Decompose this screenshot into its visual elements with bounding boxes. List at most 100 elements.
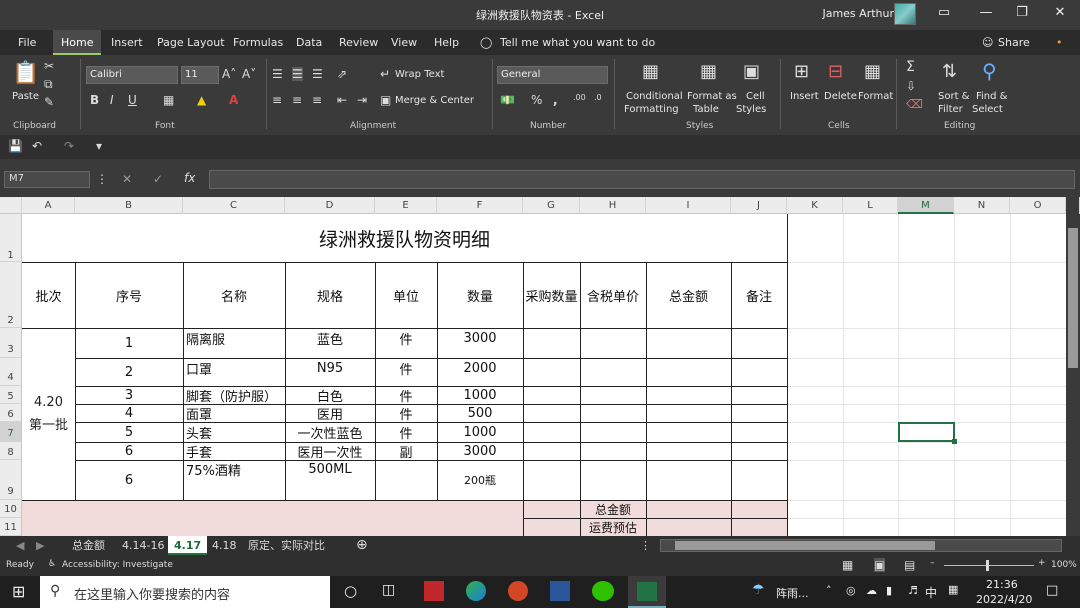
wrap-text-button[interactable]: Wrap Text	[395, 69, 444, 80]
merge-center-button[interactable]: Merge & Center	[395, 95, 474, 106]
cell-spec[interactable]: 医用一次性	[285, 442, 375, 461]
cell-styles-line1[interactable]: Cell	[746, 91, 765, 102]
cell-seq[interactable]: 3	[75, 386, 183, 404]
formula-input[interactable]	[209, 170, 1075, 189]
cell-qty[interactable]: 3000	[437, 328, 523, 348]
delete-cells-icon[interactable]: ⊟	[828, 61, 843, 82]
ribbon-display-icon[interactable]: ▭	[934, 5, 954, 25]
format-table-line1[interactable]: Format as	[687, 91, 737, 102]
zoom-slider[interactable]	[944, 565, 1034, 566]
ime-icon[interactable]: ▦	[948, 583, 958, 596]
tab-review[interactable]: Review	[339, 36, 378, 49]
cell-name[interactable]: 口罩	[186, 358, 285, 378]
align-left-icon[interactable]: ≡	[272, 93, 282, 107]
cell-unit[interactable]: 副	[375, 442, 437, 461]
cell-qty[interactable]: 200瓶	[437, 460, 523, 500]
format-cells-button[interactable]: Format	[858, 91, 893, 102]
tab-page-layout[interactable]: Page Layout	[157, 36, 225, 49]
horizontal-scrollbar[interactable]	[660, 539, 1062, 552]
col-header[interactable]: H	[580, 197, 646, 214]
zoom-in-icon[interactable]: +	[1038, 558, 1046, 568]
paste-button[interactable]: Paste	[12, 91, 39, 102]
delete-cells-button[interactable]: Delete	[824, 91, 857, 102]
zoom-slider-thumb[interactable]	[986, 560, 989, 571]
conditional-formatting-line2[interactable]: Formatting	[624, 104, 679, 115]
sheet-tab[interactable]: 原定、实际对比	[242, 536, 331, 555]
cortana-icon[interactable]: ○	[344, 582, 357, 600]
cell-spec[interactable]: 一次性蓝色	[285, 422, 375, 442]
cell-qty[interactable]: 1000	[437, 386, 523, 404]
prev-sheet-icon[interactable]: ◀	[10, 536, 30, 555]
weather-text[interactable]: 阵雨...	[776, 585, 809, 601]
row-header[interactable]: 9	[0, 460, 22, 500]
merge-center-icon[interactable]: ▣	[380, 93, 391, 107]
edge-icon[interactable]	[466, 581, 486, 601]
tab-view[interactable]: View	[391, 36, 417, 49]
format-table-icon[interactable]: ▦	[700, 61, 717, 82]
cloud-icon[interactable]: ☁	[866, 584, 877, 597]
cell-seq[interactable]: 6	[75, 442, 183, 460]
fill-color-icon[interactable]: ▲	[197, 93, 206, 107]
col-header[interactable]: L	[843, 197, 898, 214]
customize-qat-icon[interactable]: ▾	[96, 139, 102, 153]
fill-handle[interactable]	[952, 439, 957, 444]
user-name[interactable]: James Arthur	[822, 7, 894, 20]
wrap-text-icon[interactable]: ↵	[380, 67, 390, 81]
windows-start-icon[interactable]: ⊞	[12, 582, 25, 601]
undo-icon[interactable]: ↶	[32, 139, 42, 153]
cell-name[interactable]: 手套	[186, 442, 285, 461]
row-header[interactable]: 5	[0, 386, 22, 404]
cell-spec[interactable]: 医用	[285, 404, 375, 423]
sheet-tab-active[interactable]: 4.17	[168, 536, 208, 555]
cell-unit[interactable]: 件	[375, 404, 437, 423]
cell-seq[interactable]: 4	[75, 404, 183, 422]
total-amount-label[interactable]: 总金额	[580, 500, 646, 518]
underline-button[interactable]: U	[128, 93, 137, 107]
page-layout-view-icon[interactable]: ▣	[874, 558, 886, 572]
tab-insert[interactable]: Insert	[111, 36, 143, 49]
taskbar-search-box[interactable]: ⚲ 在这里输入你要搜索的内容	[40, 576, 330, 608]
tab-file[interactable]: File	[18, 36, 36, 49]
add-sheet-icon[interactable]: ⊕	[350, 536, 374, 555]
shipping-estimate-label[interactable]: 运费预估	[580, 518, 646, 536]
save-icon[interactable]: 💾	[8, 139, 23, 153]
font-size-select[interactable]: 11	[181, 66, 219, 84]
notification-icon[interactable]: □	[1046, 583, 1058, 598]
cell-name[interactable]: 脚套（防护服）	[186, 386, 285, 405]
number-format-select[interactable]: General	[497, 66, 608, 84]
cell-seq[interactable]: 1	[75, 328, 183, 358]
selected-cell-m7[interactable]	[898, 422, 955, 442]
tray-chevron-icon[interactable]: ˄	[826, 584, 832, 597]
row-header[interactable]: 6	[0, 404, 22, 422]
insert-function-button[interactable]: fx	[184, 171, 195, 185]
row-header[interactable]: 10	[0, 500, 22, 518]
confirm-entry-icon[interactable]: ✓	[153, 172, 163, 186]
sheet-tab[interactable]: 4.14-16	[116, 536, 170, 555]
fill-icon[interactable]: ⇩	[906, 79, 916, 93]
find-select-icon[interactable]: ⚲	[982, 59, 997, 83]
tab-formulas[interactable]: Formulas	[233, 36, 283, 49]
task-view-icon[interactable]: ◫	[382, 582, 395, 598]
font-color-icon[interactable]: A	[229, 93, 238, 107]
cancel-entry-icon[interactable]: ✕	[122, 172, 132, 186]
battery-icon[interactable]: ▮	[886, 584, 892, 597]
font-name-select[interactable]: Calibri	[86, 66, 178, 84]
col-header[interactable]: B	[75, 197, 183, 214]
format-painter-icon[interactable]: ✎	[44, 95, 54, 109]
header-total[interactable]: 总金额	[646, 262, 731, 328]
row-header-selected[interactable]: 7	[0, 422, 22, 442]
vertical-scroll-thumb[interactable]	[1068, 228, 1078, 368]
cut-icon[interactable]: ✂	[44, 59, 54, 73]
paste-icon[interactable]: 📋	[12, 61, 39, 86]
avatar[interactable]	[894, 3, 916, 25]
col-header[interactable]: K	[787, 197, 843, 214]
align-right-icon[interactable]: ≡	[312, 93, 322, 107]
cell-spec[interactable]: 白色	[285, 386, 375, 405]
bold-button[interactable]: B	[90, 93, 99, 107]
cell-seq[interactable]: 2	[75, 358, 183, 386]
find-select-line1[interactable]: Find &	[976, 91, 1007, 102]
horizontal-scroll-thumb[interactable]	[675, 541, 935, 550]
insert-cells-button[interactable]: Insert	[790, 91, 819, 102]
decrease-decimal-icon[interactable]: .0	[594, 93, 602, 102]
normal-view-icon[interactable]: ▦	[842, 558, 853, 572]
